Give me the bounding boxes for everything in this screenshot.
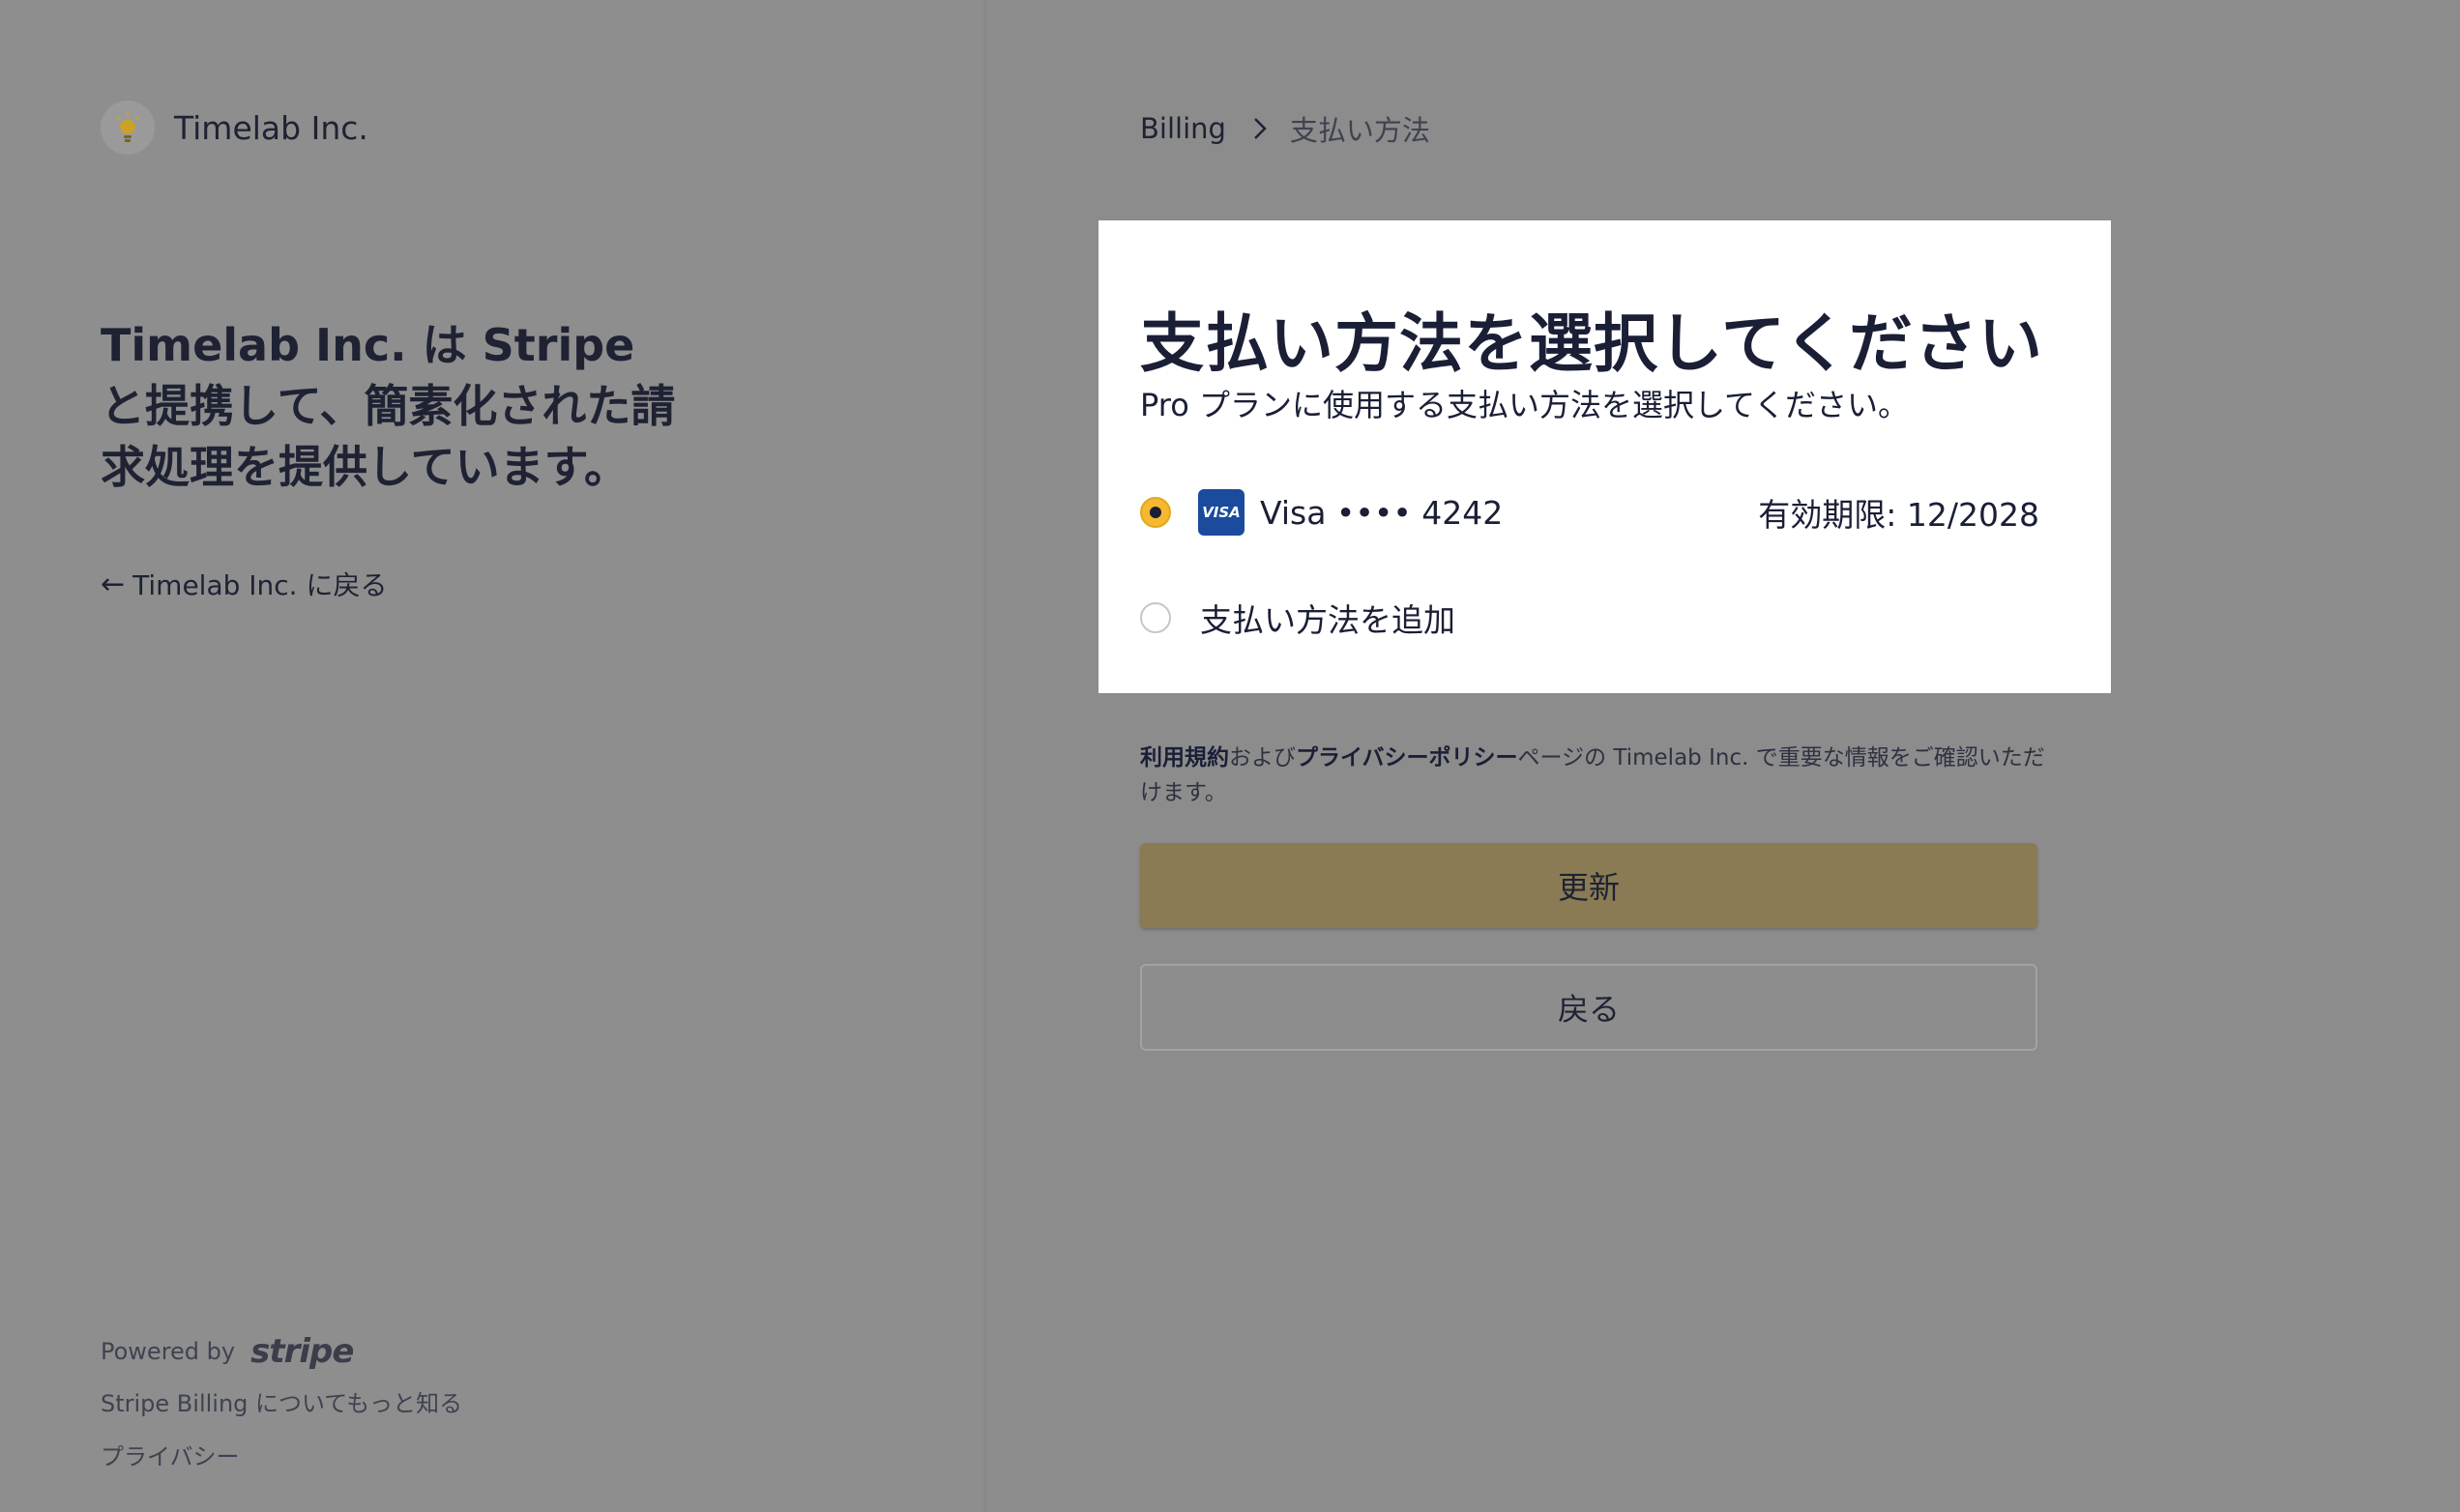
lightbulb-icon <box>101 101 155 155</box>
payment-option-visa[interactable]: VISA Visa •••• 4242 有効期限: 12/2028 <box>1140 485 2039 539</box>
update-button[interactable]: 更新 <box>1140 843 2037 928</box>
radio-unselected[interactable] <box>1140 602 1171 633</box>
back-to-merchant-link[interactable]: ← Timelab Inc. に戻る <box>101 565 387 603</box>
terms-notice: 利用規約およびプライバシーポリシーページの Timelab Inc. で重要な情… <box>1140 741 2049 810</box>
chevron-right-icon <box>1253 117 1267 140</box>
radio-selected[interactable] <box>1140 497 1171 528</box>
tagline: Timelab Inc. は Stripe と提携して、簡素化された請求処理を提… <box>101 319 676 493</box>
add-payment-method-label: 支払い方法を追加 <box>1200 601 1455 639</box>
page-subtitle: Pro プランに使用する支払い方法を選択してください。 <box>1140 387 1910 423</box>
left-panel: Timelab Inc. Timelab Inc. は Stripe と提携して… <box>0 0 983 1512</box>
payment-option-add[interactable]: 支払い方法を追加 <box>1140 591 2039 645</box>
card-expiry: 有効期限: 12/2028 <box>1758 496 2039 534</box>
visa-card-icon: VISA <box>1198 489 1245 536</box>
learn-more-link[interactable]: Stripe Billing についてもっと知る <box>101 1384 462 1418</box>
footer: Powered by stripe Stripe Billing についてもっと… <box>101 1332 462 1471</box>
privacy-policy-link[interactable]: プライバシーポリシー <box>1296 745 1518 771</box>
terms-and: および <box>1229 745 1296 771</box>
breadcrumb: Billing 支払い方法 <box>1140 108 1430 149</box>
brand-name: Timelab Inc. <box>174 108 368 147</box>
breadcrumb-current: 支払い方法 <box>1289 114 1430 147</box>
payment-method-card: 支払い方法を選択してください Pro プランに使用する支払い方法を選択してくださ… <box>1098 220 2111 693</box>
terms-link[interactable]: 利用規約 <box>1140 745 1229 771</box>
brand[interactable]: Timelab Inc. <box>101 101 368 155</box>
breadcrumb-billing[interactable]: Billing <box>1140 112 1226 145</box>
page-title: 支払い方法を選択してください <box>1140 306 2044 381</box>
privacy-link[interactable]: プライバシー <box>101 1438 462 1471</box>
powered-by[interactable]: Powered by stripe <box>101 1332 462 1371</box>
arrow-left-icon: ← <box>101 567 126 601</box>
stripe-logo: stripe <box>250 1332 354 1371</box>
back-button[interactable]: 戻る <box>1140 964 2037 1051</box>
powered-by-label: Powered by <box>101 1338 236 1365</box>
back-link-label: Timelab Inc. に戻る <box>132 569 388 601</box>
card-label: Visa •••• 4242 <box>1260 493 1504 532</box>
